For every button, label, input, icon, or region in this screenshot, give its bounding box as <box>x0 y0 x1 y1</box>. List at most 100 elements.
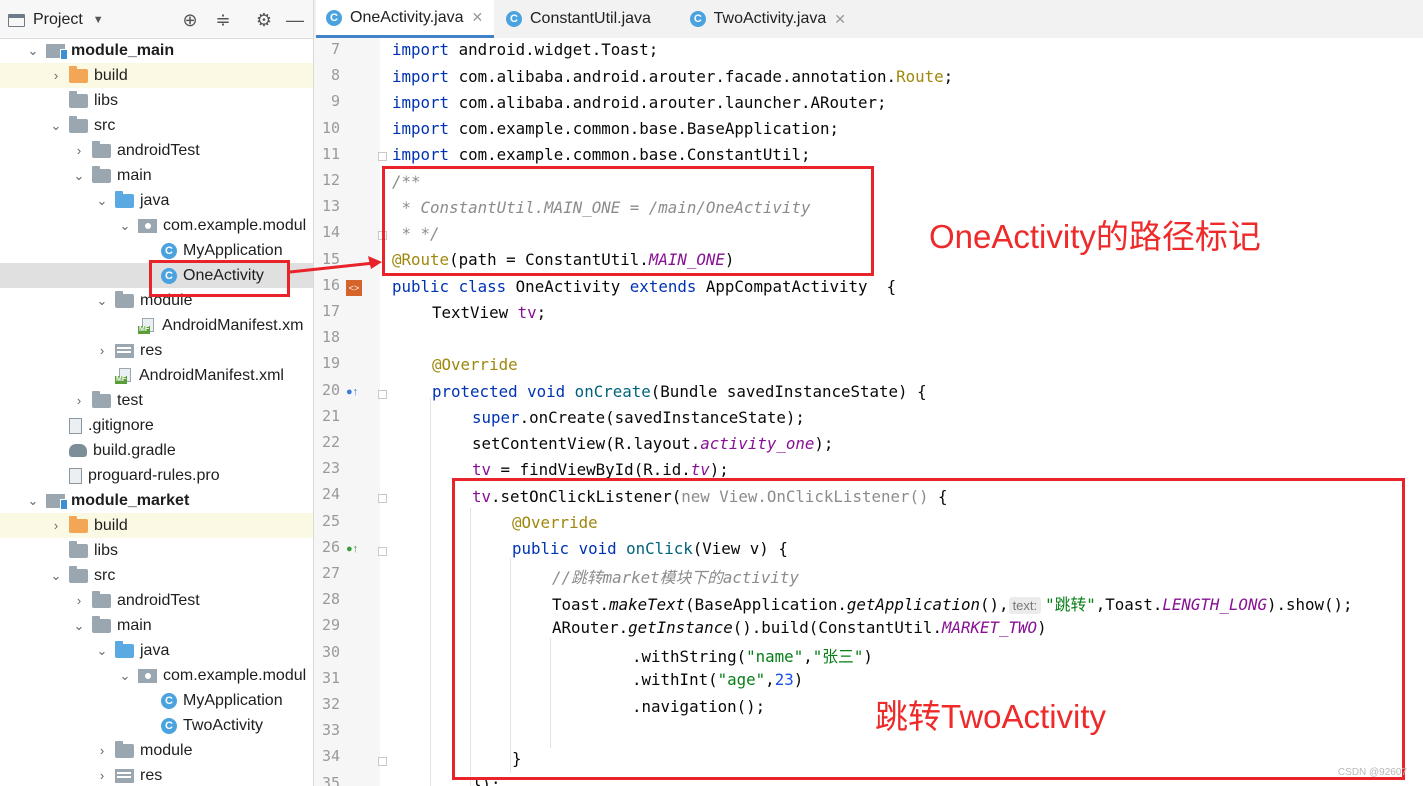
tree-row[interactable]: › res <box>0 338 313 363</box>
tree-row[interactable]: ›CTwoActivity <box>0 713 313 738</box>
chevron-down-icon[interactable]: ⌄ <box>95 293 109 309</box>
watermark: CSDN @92607 <box>1337 767 1407 778</box>
class-icon: C <box>161 717 177 734</box>
chevron-down-icon[interactable]: ⌄ <box>72 168 86 184</box>
tree-node: ⌄ java <box>95 638 169 663</box>
close-icon[interactable]: ✕ <box>834 11 846 28</box>
chevron-down-icon[interactable]: ⌄ <box>95 193 109 209</box>
tree-row[interactable]: › build <box>0 513 313 538</box>
chevron-down-icon[interactable]: ⌄ <box>72 618 86 634</box>
chevron-right-icon[interactable]: › <box>72 593 86 608</box>
fold-marker[interactable] <box>378 494 387 503</box>
line-number: 19 <box>321 354 340 373</box>
line-number: 12 <box>321 171 340 189</box>
tree-node: › module <box>95 738 192 763</box>
package-icon <box>138 218 157 233</box>
chevron-down-icon[interactable]: ⌄ <box>118 668 132 684</box>
tree-node: › test <box>72 388 143 413</box>
route-annotation-label: OneActivity的路径标记 <box>929 218 1261 255</box>
tree-node-label: MyApplication <box>183 241 283 259</box>
code-line-21: super.onCreate(savedInstanceState); <box>472 408 805 427</box>
line-number: 7 <box>330 40 340 58</box>
line-number: 8 <box>330 66 340 85</box>
folder-icon <box>69 540 88 558</box>
chevron-right-icon[interactable]: › <box>72 393 86 408</box>
tree-row[interactable]: ⌄ java <box>0 188 313 213</box>
tab-twoactivity[interactable]: C TwoActivity.java ✕ <box>680 0 856 38</box>
chevron-down-icon[interactable]: ⌄ <box>49 118 63 134</box>
line-number: 14 <box>321 223 340 242</box>
chevron-right-icon[interactable]: › <box>95 768 109 783</box>
tree-row[interactable]: ›MFAndroidManifest.xml <box>0 363 313 388</box>
class-icon: C <box>326 9 342 26</box>
tree-row[interactable]: ⌄ com.example.modul <box>0 663 313 688</box>
tree-row[interactable]: › androidTest <box>0 138 313 163</box>
chevron-right-icon[interactable]: › <box>95 743 109 758</box>
fold-marker[interactable] <box>378 547 387 556</box>
tree-node: ›build.gradle <box>49 438 176 463</box>
tree-row[interactable]: ›MFAndroidManifest.xm <box>0 313 313 338</box>
chevron-down-icon[interactable]: ⌄ <box>95 643 109 659</box>
tree-row[interactable]: ›proguard-rules.pro <box>0 463 313 488</box>
line-number: 9 <box>330 92 340 111</box>
module-folder-icon <box>46 43 68 60</box>
tab-oneactivity[interactable]: C OneActivity.java ✕ <box>316 0 494 38</box>
tree-row[interactable]: ⌄ src <box>0 113 313 138</box>
locate-icon[interactable]: ⊕ <box>179 9 201 31</box>
tree-row[interactable]: › test <box>0 388 313 413</box>
code-line-23: tv = findViewById(R.id.tv); <box>472 460 729 479</box>
chevron-right-icon[interactable]: › <box>95 343 109 358</box>
minimize-icon[interactable]: — <box>284 9 306 31</box>
gradle-icon <box>69 444 87 457</box>
close-icon[interactable]: ✕ <box>472 9 484 26</box>
collapse-all-icon[interactable]: ≑ <box>212 9 234 31</box>
chevron-down-icon[interactable]: ⌄ <box>49 568 63 584</box>
tree-node-label: libs <box>94 91 119 109</box>
chevron-down-icon[interactable]: ⌄ <box>118 218 132 234</box>
gear-icon[interactable]: ⚙ <box>253 9 275 31</box>
tree-row[interactable]: › module <box>0 738 313 763</box>
tree-node: ›proguard-rules.pro <box>49 463 220 488</box>
tree-row[interactable]: ⌄ module_main <box>0 38 313 63</box>
project-view-selector[interactable]: Project ▼ <box>8 10 104 30</box>
tree-node-label: main <box>117 616 152 634</box>
folder-icon <box>69 115 88 133</box>
tree-row[interactable]: ›build.gradle <box>0 438 313 463</box>
tree-node-label: proguard-rules.pro <box>88 466 220 484</box>
tree-row[interactable]: ⌄ java <box>0 638 313 663</box>
tab-constantutil[interactable]: C ConstantUtil.java <box>496 0 676 38</box>
chevron-right-icon[interactable]: › <box>49 518 63 533</box>
fold-marker[interactable] <box>378 757 387 766</box>
line-number: 13 <box>321 197 340 216</box>
line-number: 34 <box>321 747 340 766</box>
tree-row[interactable]: › androidTest <box>0 588 313 613</box>
chevron-down-icon[interactable]: ⌄ <box>26 43 40 59</box>
fold-marker[interactable] <box>378 390 387 399</box>
chevron-down-icon[interactable]: ⌄ <box>26 493 40 509</box>
tree-row[interactable]: ⌄ main <box>0 613 313 638</box>
tree-row[interactable]: ⌄ com.example.modul <box>0 213 313 238</box>
tree-row[interactable]: ⌄ module_market <box>0 488 313 513</box>
override-method-icon[interactable]: ●↑ <box>346 386 358 398</box>
file-icon <box>69 467 82 484</box>
code-line-20: protected void onCreate(Bundle savedInst… <box>432 382 927 401</box>
tree-row[interactable]: ›CMyApplication <box>0 688 313 713</box>
tree-row[interactable]: ›.gitignore <box>0 413 313 438</box>
tree-row[interactable]: ⌄ main <box>0 163 313 188</box>
code-line-17: TextView tv; <box>432 303 547 322</box>
tree-row[interactable]: › build <box>0 63 313 88</box>
tree-node-label: AndroidManifest.xm <box>162 316 304 334</box>
chevron-right-icon[interactable]: › <box>72 143 86 158</box>
tree-row[interactable]: ›libs <box>0 88 313 113</box>
fold-marker[interactable] <box>378 152 387 161</box>
tree-node: ›CTwoActivity <box>141 713 263 738</box>
implement-method-icon[interactable]: ●↑ <box>346 543 358 555</box>
tree-node: › res <box>95 338 162 363</box>
chevron-right-icon[interactable]: › <box>49 68 63 83</box>
tree-row[interactable]: ›libs <box>0 538 313 563</box>
tree-node: ›libs <box>49 88 118 113</box>
tree-row[interactable]: › res <box>0 763 313 786</box>
tree-node-label: build <box>94 516 128 534</box>
tree-row[interactable]: ⌄ src <box>0 563 313 588</box>
folder-icon <box>92 140 111 158</box>
